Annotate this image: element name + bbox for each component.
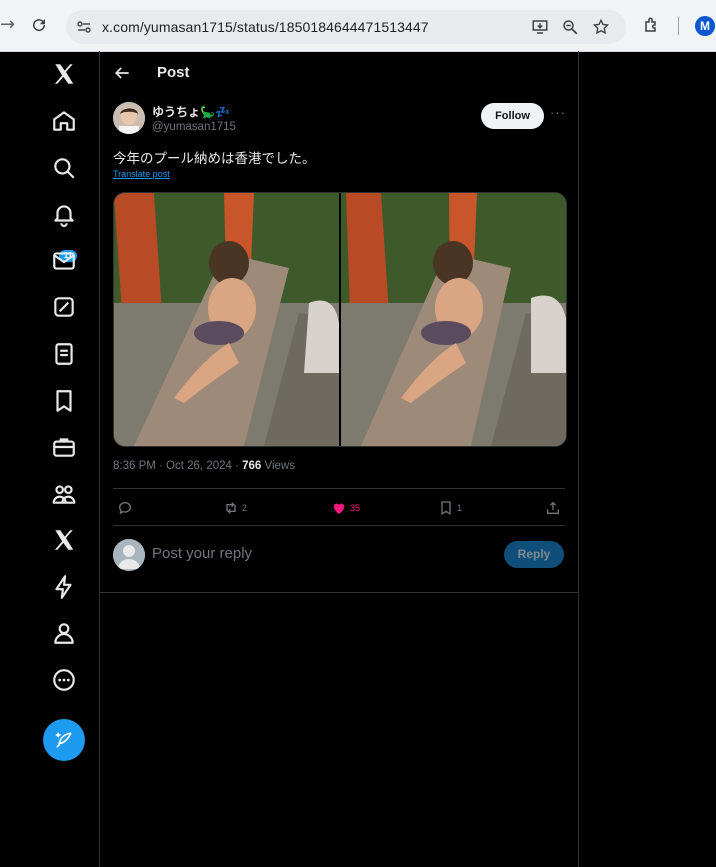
main-column: Post ゆうちょ🦕💤 @yumasan1715 Follow ··· 今年のプ…: [100, 51, 579, 867]
view-count: 766: [242, 460, 262, 472]
bookmark-star-icon[interactable]: [592, 18, 610, 36]
translate-post-link[interactable]: Translate post: [113, 169, 170, 179]
more-options-icon[interactable]: ···: [550, 105, 566, 120]
home-icon[interactable]: [51, 108, 77, 134]
lists-icon[interactable]: [51, 341, 77, 367]
like-action[interactable]: 35: [331, 499, 360, 515]
bookmark-icon: [441, 501, 451, 515]
divider: [113, 525, 565, 526]
user-handle[interactable]: @yumasan1715: [152, 121, 236, 133]
notifications-icon[interactable]: [51, 201, 77, 227]
heart-icon: [333, 503, 345, 514]
share-icon: [547, 501, 559, 514]
section-divider: [100, 592, 578, 593]
communities-icon[interactable]: [51, 481, 77, 507]
post-photo-2[interactable]: [341, 193, 566, 446]
reply-avatar: [113, 539, 145, 571]
reply-icon: [119, 501, 131, 514]
address-bar[interactable]: x.com/yumasan1715/status/185018464447151…: [66, 10, 626, 44]
premium-icon[interactable]: [51, 527, 77, 553]
toolbar-divider: [678, 17, 679, 35]
profile-icon[interactable]: M: [695, 16, 715, 36]
repost-count: 2: [242, 502, 248, 513]
profile-nav-icon[interactable]: [51, 620, 77, 646]
bookmark-count: 1: [457, 502, 463, 513]
display-name[interactable]: ゆうちょ🦕💤: [152, 103, 230, 120]
avatar[interactable]: [113, 102, 145, 134]
back-arrow-icon[interactable]: [112, 63, 132, 83]
more-icon[interactable]: [51, 667, 77, 693]
browser-toolbar: → x.com/yumasan1715/status/1850184644471…: [0, 0, 716, 52]
url-text[interactable]: x.com/yumasan1715/status/185018464447151…: [102, 19, 429, 35]
x-logo-icon[interactable]: [51, 61, 77, 87]
page-title: Post: [157, 64, 190, 81]
forward-icon[interactable]: →: [0, 14, 15, 35]
jobs-icon[interactable]: [51, 434, 77, 460]
verified-orgs-icon[interactable]: [51, 574, 77, 600]
bookmark-action[interactable]: 1: [438, 499, 462, 515]
grok-icon[interactable]: [51, 294, 77, 320]
divider: [113, 488, 565, 489]
zoom-icon[interactable]: [561, 18, 579, 36]
share-action[interactable]: [545, 499, 561, 515]
post-media[interactable]: [113, 192, 567, 447]
post-photo-1[interactable]: [114, 193, 339, 446]
like-count: 35: [350, 502, 361, 513]
install-app-icon[interactable]: [531, 18, 549, 36]
views-label: Views: [261, 460, 295, 472]
reload-icon[interactable]: [30, 16, 48, 34]
bookmarks-icon[interactable]: [51, 388, 77, 414]
post-time[interactable]: 8:36 PM · Oct 26, 2024 ·: [113, 460, 242, 472]
compose-post-icon: [55, 732, 72, 748]
explore-icon[interactable]: [51, 155, 77, 181]
extensions-icon[interactable]: [643, 16, 661, 34]
reply-input[interactable]: Post your reply: [152, 545, 252, 562]
messages-icon[interactable]: [51, 248, 77, 274]
reply-button[interactable]: Reply: [504, 541, 564, 568]
reply-action[interactable]: [117, 499, 136, 515]
left-sidebar: 11: [0, 51, 100, 867]
post-text: 今年のプール納めは香港でした。: [113, 151, 316, 167]
follow-button[interactable]: Follow: [481, 103, 544, 129]
repost-icon: [226, 501, 236, 514]
post-timestamp: 8:36 PM · Oct 26, 2024 · 766 Views: [113, 460, 295, 472]
site-settings-icon[interactable]: [76, 19, 92, 35]
repost-action[interactable]: 2: [223, 499, 247, 515]
compose-post-button[interactable]: [43, 719, 85, 761]
